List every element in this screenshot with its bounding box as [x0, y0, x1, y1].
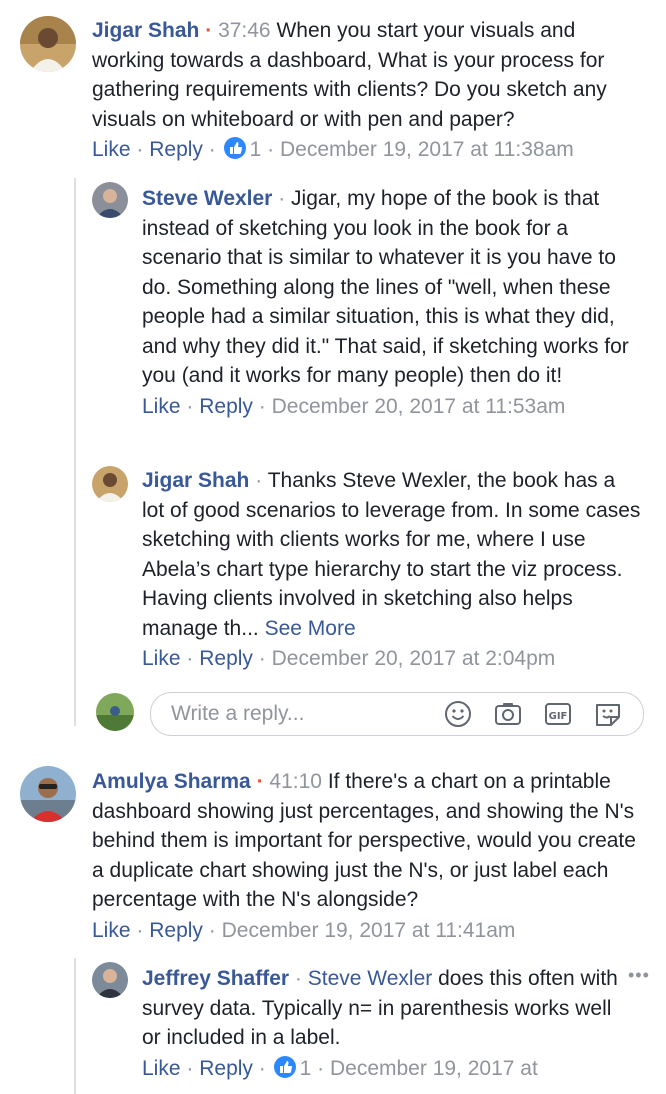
comment: Jigar Shah · 37:46 When you start your v…: [92, 16, 652, 164]
comment-text: Thanks Steve Wexler, the book has a lot …: [142, 469, 641, 640]
avatar[interactable]: [92, 962, 128, 998]
reply-button[interactable]: Reply: [199, 395, 253, 418]
reply-comment: Jigar Shah · Thanks Steve Wexler, the bo…: [142, 466, 642, 673]
reply-button[interactable]: Reply: [199, 1057, 253, 1080]
reply-comment: Jeffrey Shaffer · Steve Wexler does this…: [142, 964, 622, 1083]
more-options-icon[interactable]: •••: [628, 965, 650, 986]
svg-text:GIF: GIF: [549, 711, 568, 722]
thread-line: [74, 178, 76, 726]
comment-timestamp[interactable]: 37:46: [218, 19, 271, 42]
comment-text: Jigar, my hope of the book is that inste…: [142, 187, 629, 387]
comment-date[interactable]: December 20, 2017 at 2:04pm: [272, 647, 556, 670]
see-more-link[interactable]: See More: [265, 617, 356, 640]
comment-date[interactable]: December 19, 2017 at: [330, 1057, 538, 1080]
comment: Amulya Sharma · 41:10 If there's a chart…: [92, 767, 652, 945]
comment-author[interactable]: Jeffrey Shaffer: [142, 967, 289, 990]
like-button[interactable]: Like: [92, 919, 131, 942]
thumbs-up-icon[interactable]: [273, 1055, 296, 1078]
gif-icon[interactable]: GIF: [543, 699, 573, 734]
reaction-count[interactable]: 1: [300, 1057, 312, 1080]
camera-icon[interactable]: [493, 699, 523, 734]
like-button[interactable]: Like: [142, 395, 181, 418]
reply-button[interactable]: Reply: [149, 919, 203, 942]
comment-author[interactable]: Amulya Sharma: [92, 770, 251, 793]
sticker-icon[interactable]: [593, 699, 623, 734]
comment-date[interactable]: December 19, 2017 at 11:38am: [280, 138, 574, 161]
comment-actions: Like · Reply · 1 · December 19, 2017 at …: [92, 137, 574, 161]
reply-button[interactable]: Reply: [149, 138, 203, 161]
reply-comment: Steve Wexler · Jigar, my hope of the boo…: [142, 184, 642, 421]
comment-author[interactable]: Jigar Shah: [92, 19, 199, 42]
comment-body: Jigar Shah · 37:46 When you start your v…: [92, 16, 652, 134]
comment-date[interactable]: December 19, 2017 at 11:41am: [222, 919, 516, 942]
like-button[interactable]: Like: [142, 1057, 181, 1080]
separator-dot: ·: [205, 19, 213, 42]
comment-date[interactable]: December 20, 2017 at 11:53am: [272, 395, 566, 418]
avatar[interactable]: [92, 466, 128, 502]
avatar[interactable]: [20, 766, 76, 822]
comment-timestamp[interactable]: 41:10: [269, 770, 322, 793]
comment-actions: Like · Reply · December 19, 2017 at 11:4…: [92, 918, 516, 942]
avatar[interactable]: [20, 16, 76, 72]
reply-input[interactable]: Write a reply... GIF: [150, 692, 644, 736]
emoji-icon[interactable]: [443, 699, 473, 734]
avatar[interactable]: [92, 182, 128, 218]
comment-body: Amulya Sharma · 41:10 If there's a chart…: [92, 767, 652, 915]
reaction-count[interactable]: 1: [250, 138, 262, 161]
thumbs-up-icon[interactable]: [223, 137, 246, 159]
comment-actions: Like · Reply · December 20, 2017 at 2:04…: [142, 647, 556, 670]
reply-button[interactable]: Reply: [199, 647, 253, 670]
mention-link[interactable]: Steve Wexler: [308, 967, 433, 990]
comment-author[interactable]: Steve Wexler: [142, 187, 272, 210]
like-button[interactable]: Like: [142, 647, 181, 670]
like-button[interactable]: Like: [92, 138, 131, 161]
thread-line: [74, 958, 76, 1094]
comment-actions: Like · Reply · December 20, 2017 at 11:5…: [142, 394, 566, 418]
comment-actions: Like · Reply · 1 · December 19, 2017 at: [142, 1055, 538, 1080]
reply-placeholder: Write a reply...: [171, 702, 305, 725]
comment-author[interactable]: Jigar Shah: [142, 469, 249, 492]
separator-dot: ·: [256, 770, 264, 793]
avatar: [96, 693, 134, 731]
